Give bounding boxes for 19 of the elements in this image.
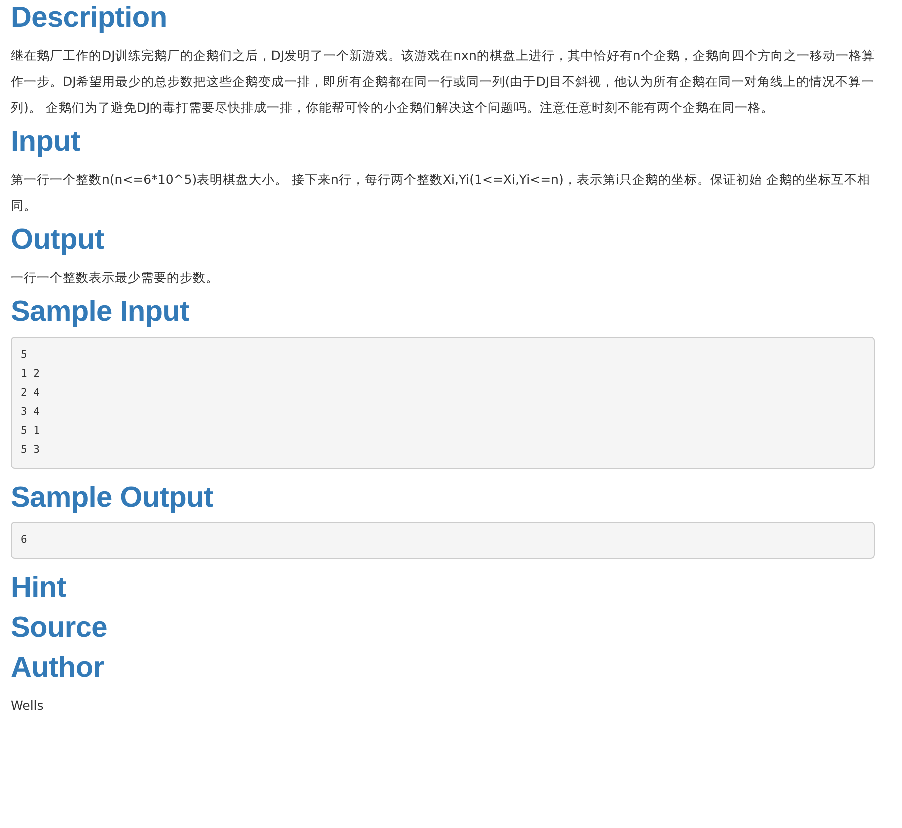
section-text: Wells [11, 697, 45, 716]
code-line: 1 2 [21, 366, 41, 382]
section-heading: Input [11, 126, 82, 159]
code-line: 6 [21, 533, 28, 548]
section-text: 第一行一个整数n(n<=6*10^5)表明棋盘大小。 接下来n行，每行两个整数Xi,Yi(1<=Xi,Yi<=n)，表示第i只企鹅的坐标。保证初始 企鹅的坐标互不相同。 [11, 170, 872, 215]
section-heading: Sample Input [11, 296, 190, 329]
section-text: 继在鹅厂工作的DJ训练完鹅厂的企鹅们之后，DJ发明了一个新游戏。该游戏在nxn的棋盘上进行，其中恰好有n个企鹅，企鹅向四个方向之一移动一格算作一步。DJ希望用最少的总步数把这些企鹅变成一排，即所有企鹅都在同一行或同一列(由于DJ目不斜视，他认为所有企鹅在同一对角线上的情况不算一列)。 企鹅们为了避免DJ的毒打需要尽快排成一排，你能帮可怜的小企鹅们解决这个问题吗。注意任意时刻不能有两个企鹅在同一格。 [11, 46, 875, 117]
section-heading: Sample Output [11, 482, 214, 514]
section-text: 一行一个整数表示最少需要的步数。 [11, 268, 220, 287]
code-line: 5 [21, 348, 28, 363]
section-heading: Hint [11, 573, 68, 606]
section-heading: Author [11, 653, 106, 686]
code-line: 5 3 [21, 442, 41, 458]
section-heading: Description [11, 3, 168, 35]
code-line: 3 4 [21, 404, 41, 420]
code-line: 5 1 [21, 424, 41, 439]
code-line: 2 4 [21, 386, 41, 401]
section-heading: Source [11, 613, 109, 646]
section-heading: Output [11, 224, 106, 257]
